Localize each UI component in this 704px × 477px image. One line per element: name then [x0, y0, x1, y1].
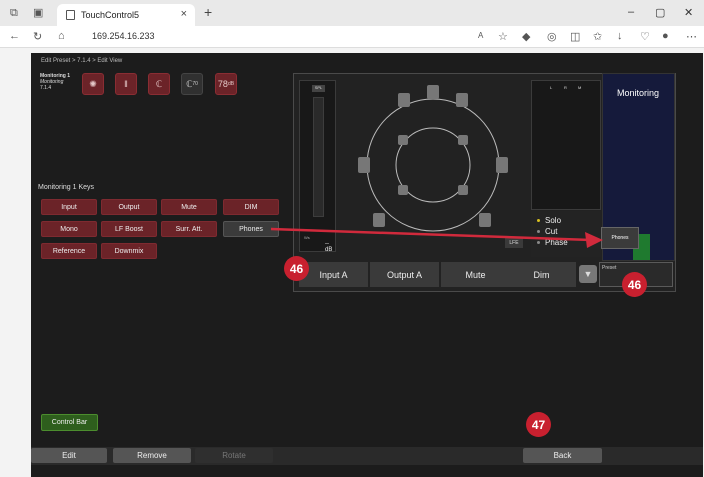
- browser-essentials-icon[interactable]: ♡: [640, 30, 650, 43]
- back-button[interactable]: Back: [523, 448, 602, 463]
- remove-button[interactable]: Remove: [113, 448, 191, 463]
- drag-arrow-head: [585, 232, 603, 248]
- touchcontrol-app: Edit Preset > 7.1.4 > Edit View Monitori…: [31, 53, 703, 477]
- tab-title: TouchControl5: [81, 10, 140, 20]
- workspaces-icon[interactable]: ⧉: [10, 7, 18, 20]
- split-screen-icon[interactable]: ◫: [570, 30, 580, 43]
- new-tab-button[interactable]: +: [204, 4, 212, 20]
- close-tab-icon[interactable]: ×: [181, 8, 187, 20]
- downloads-icon[interactable]: ↓: [617, 30, 623, 42]
- step-badge-46-b: 46: [622, 272, 647, 297]
- address-bar: ← ↻ ⌂ 169.254.16.233 A ☆ ◆ ◎ ◫ ✩ ↓ ♡ ● ⋯: [0, 26, 704, 48]
- more-menu-icon[interactable]: ⋯: [686, 30, 697, 43]
- favorite-star-icon[interactable]: ☆: [498, 30, 508, 43]
- edit-button[interactable]: Edit: [31, 448, 107, 463]
- minimize-button[interactable]: –: [628, 6, 634, 18]
- browser-tab[interactable]: TouchControl5 ×: [57, 4, 195, 26]
- favorites-icon[interactable]: ✩: [593, 30, 602, 43]
- step-badge-47: 47: [526, 412, 551, 437]
- copilot-icon[interactable]: ◎: [547, 30, 557, 43]
- extension-icon[interactable]: ◆: [522, 30, 530, 43]
- profile-avatar-icon[interactable]: ●: [662, 30, 669, 42]
- control-bar-button[interactable]: Control Bar: [41, 414, 98, 431]
- read-aloud-icon[interactable]: A: [478, 31, 483, 40]
- step-badge-46-a: 46: [284, 256, 309, 281]
- close-window-button[interactable]: ✕: [684, 6, 693, 19]
- refresh-icon[interactable]: ↻: [33, 30, 42, 43]
- rotate-button[interactable]: Rotate: [195, 448, 273, 463]
- url-field[interactable]: 169.254.16.233: [92, 31, 155, 41]
- page-icon: [66, 10, 75, 20]
- drag-arrow: [270, 227, 603, 248]
- drag-arrow-line: [270, 227, 592, 242]
- maximize-button[interactable]: ▢: [655, 6, 665, 19]
- home-icon[interactable]: ⌂: [58, 30, 65, 42]
- back-arrow-icon[interactable]: ←: [9, 30, 20, 42]
- browser-tabbar: ⧉ ▣ TouchControl5 × + – ▢ ✕: [0, 0, 704, 26]
- tab-actions-icon[interactable]: ▣: [33, 6, 43, 19]
